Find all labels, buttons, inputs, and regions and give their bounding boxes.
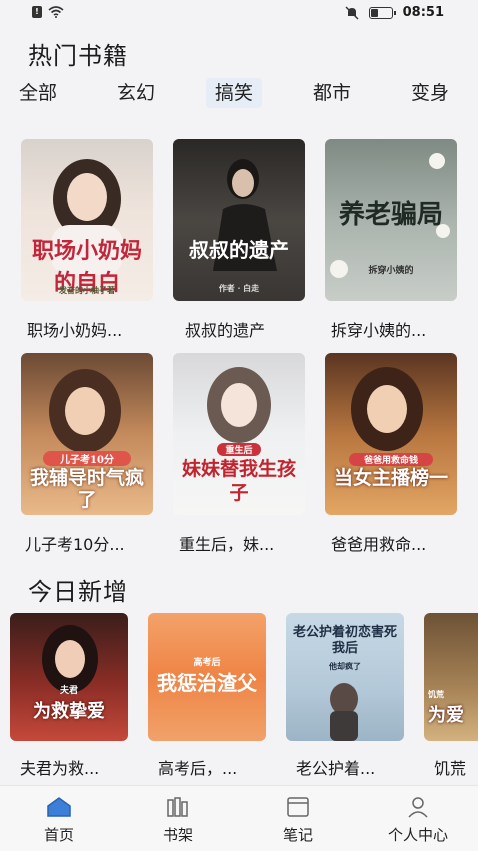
book-card[interactable]: 儿子考10分 我辅导时气疯了 儿子考10分... [21, 353, 153, 563]
cover-art [351, 367, 423, 451]
status-time: 08:51 [402, 5, 444, 20]
bookshelf-icon [167, 797, 188, 817]
bottom-nav: 首页 书架 笔记 个人中心 [0, 785, 478, 851]
cover-title: 妹妹替我生孩子 [181, 458, 296, 504]
cover-subtitle: 作者 · 白走 [218, 283, 260, 293]
tab-fantasy[interactable]: 玄幻 [108, 78, 164, 108]
new-today-title: 今日新增 [28, 578, 128, 606]
category-tabs: 全部 玄幻 搞笑 都市 变身 [0, 78, 478, 112]
book-title[interactable]: 饥荒 [434, 755, 466, 779]
book-title[interactable]: 叔叔的遗产 [185, 317, 325, 341]
cover-title: 为救挚爱 [33, 701, 105, 722]
profile-icon [408, 797, 428, 818]
book-title[interactable]: 高考后，... [158, 755, 237, 779]
book-card[interactable]: 爸爸用救命钱 当女主播榜一 爸爸用救命... [325, 353, 457, 563]
book-title[interactable]: 儿子考10分... [25, 531, 165, 555]
sim-alert-icon: ! [32, 6, 42, 18]
battery-icon [368, 6, 396, 19]
tab-comedy[interactable]: 搞笑 [206, 78, 263, 108]
book-cover[interactable]: 夫君 为救挚爱 [10, 613, 128, 741]
cover-subtitle: 他却疯了 [329, 661, 361, 671]
wifi-icon [48, 6, 64, 18]
book-cover[interactable]: 养老骗局 拆穿小姨的 [325, 139, 457, 301]
cover-title: 为爱 [428, 705, 464, 726]
tab-all[interactable]: 全部 [10, 78, 66, 108]
book-card[interactable]: 养老骗局 拆穿小姨的 拆穿小姨的... [325, 139, 457, 349]
book-card[interactable]: 重生后 妹妹替我生孩子 重生后，妹... [173, 353, 305, 563]
book-cover[interactable]: 职场小奶妈的自白 发奋的小柚子著 [21, 139, 153, 301]
cover-subtitle: 高考后 [193, 658, 221, 668]
book-card[interactable]: 叔叔的遗产 作者 · 白走 叔叔的遗产 [173, 139, 305, 349]
nav-bookshelf-label: 书架 [162, 826, 193, 844]
cover-title: 养老骗局 [338, 200, 443, 230]
book-cover[interactable]: 叔叔的遗产 作者 · 白走 [173, 139, 305, 301]
mute-bell-icon [345, 6, 359, 19]
home-icon [47, 797, 71, 817]
cover-subtitle: 发奋的小柚子著 [59, 285, 115, 295]
cover-title: 我辅导时气疯了 [29, 467, 144, 511]
book-cover[interactable]: 为爱 饥荒 [424, 613, 478, 741]
book-title[interactable]: 老公护着... [296, 755, 375, 779]
book-cover[interactable]: 爸爸用救命钱 当女主播榜一 [325, 353, 457, 515]
book-title[interactable]: 重生后，妹... [179, 531, 319, 555]
hot-books-title: 热门书籍 [28, 42, 128, 70]
book-card[interactable]: 职场小奶妈的自白 发奋的小柚子著 职场小奶妈... [21, 139, 153, 349]
cover-subtitle: 拆穿小姨的 [368, 266, 414, 276]
nav-bookshelf[interactable]: 书架 [133, 796, 223, 845]
status-bar: ! 08:51 [0, 0, 478, 28]
cover-title: 老公护着初恋害死我后 [292, 625, 397, 656]
cover-title: 我惩治渣父 [157, 671, 257, 695]
cover-title: 叔叔的遗产 [189, 238, 289, 262]
notes-icon [287, 797, 309, 817]
book-title[interactable]: 夫君为救... [20, 755, 99, 779]
nav-home[interactable]: 首页 [14, 796, 104, 845]
cover-subtitle: 饥荒 [428, 689, 444, 699]
cover-title: 当女主播榜一 [333, 467, 448, 489]
nav-notes[interactable]: 笔记 [253, 796, 343, 845]
nav-home-label: 首页 [43, 826, 74, 844]
nav-profile[interactable]: 个人中心 [373, 796, 463, 845]
tab-transform[interactable]: 变身 [402, 78, 458, 108]
cover-art [213, 159, 277, 271]
cover-subtitle: 儿子考10分 [43, 451, 131, 466]
cover-subtitle: 爸爸用救命钱 [349, 453, 433, 466]
cover-subtitle: 重生后 [217, 443, 261, 456]
cover-subtitle: 夫君 [59, 686, 78, 696]
nav-notes-label: 笔记 [282, 826, 313, 844]
nav-profile-label: 个人中心 [387, 826, 448, 844]
book-title[interactable]: 拆穿小姨的... [331, 317, 471, 341]
book-cover[interactable]: 重生后 妹妹替我生孩子 [173, 353, 305, 515]
book-cover[interactable]: 老公护着初恋害死我后 他却疯了 [286, 613, 404, 741]
book-cover[interactable]: 儿子考10分 我辅导时气疯了 [21, 353, 153, 515]
book-title[interactable]: 爸爸用救命... [331, 531, 471, 555]
book-title[interactable]: 职场小奶妈... [27, 317, 167, 341]
book-cover[interactable]: 高考后 我惩治渣父 [148, 613, 266, 741]
tab-urban[interactable]: 都市 [304, 78, 360, 108]
